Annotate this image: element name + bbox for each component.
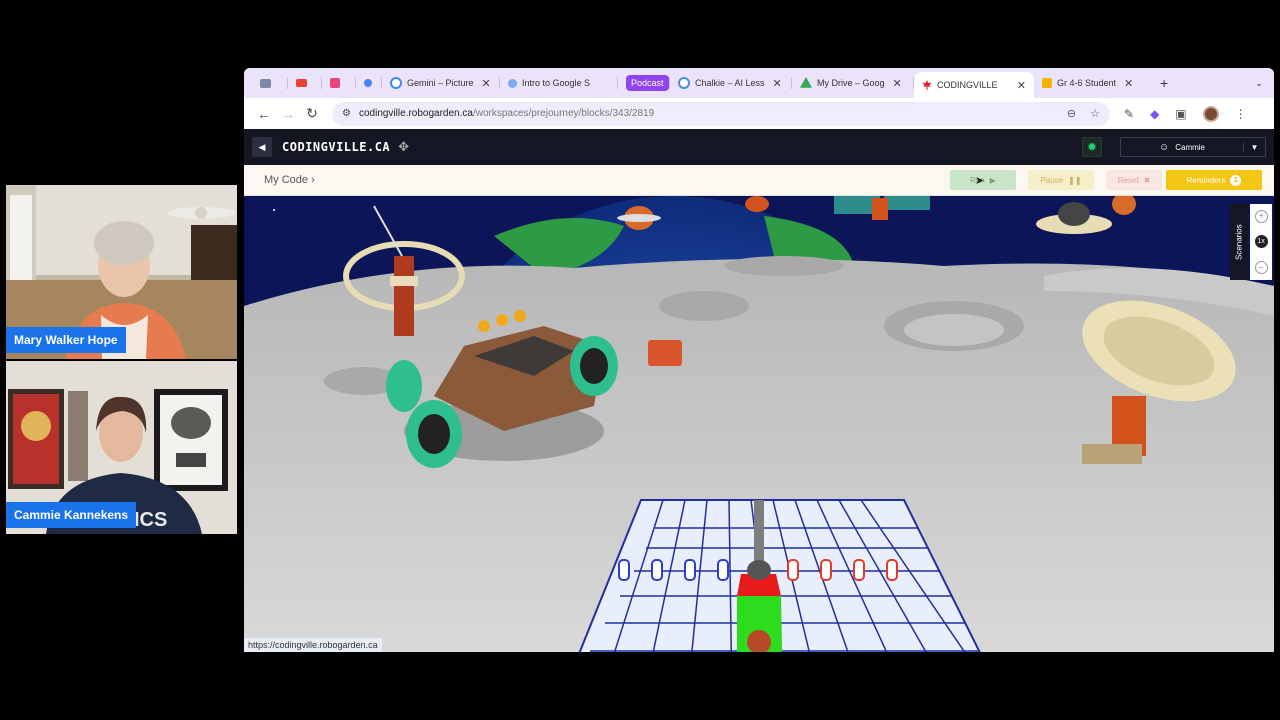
moon-scene xyxy=(244,196,1274,652)
url-host: codingville.robogarden.ca xyxy=(358,108,473,119)
caret-down-icon[interactable]: ▼ xyxy=(1243,142,1265,152)
participant-name-tag: Cammie Kannekens xyxy=(6,502,137,528)
pause-button[interactable]: Pause ❚❚ xyxy=(1028,170,1094,190)
gear-icon: ✹ xyxy=(1086,140,1098,154)
address-bar-row: ← → ↻ ⚙ codingville.robogarden.ca/worksp… xyxy=(244,98,1274,129)
site-back-button[interactable]: ◀ xyxy=(252,137,272,157)
bookmark-star-icon[interactable]: ☆ xyxy=(1090,107,1100,120)
avatar[interactable] xyxy=(1202,105,1219,122)
scenarios-panel: Scenarios + 1x – xyxy=(1230,204,1274,280)
app-icon xyxy=(330,78,340,88)
tab-search-button[interactable]: ⌄ xyxy=(1248,72,1270,94)
zoom-icon[interactable]: ⊖ xyxy=(1067,107,1076,120)
reload-icon[interactable]: ↻ xyxy=(300,105,324,122)
tab-podcast[interactable]: Podcast xyxy=(618,72,670,94)
site-info-icon[interactable]: ⚙ xyxy=(342,108,351,119)
tab-chalkie[interactable]: Chalkie – AI Less ✕ xyxy=(670,72,792,94)
caret-left-icon: ◀ xyxy=(258,141,266,152)
participant-tile-cammie: ICS Cammie Kannekens xyxy=(6,361,237,534)
tab-gmail[interactable] xyxy=(288,72,322,94)
close-tab-icon[interactable]: ✕ xyxy=(893,77,902,90)
chevron-right-icon: › xyxy=(311,174,315,186)
site-logo: CODINGVILLE.CA xyxy=(282,140,391,154)
user-menu[interactable]: ☺ Cammie ▼ xyxy=(1120,137,1266,157)
maple-leaf-logo-icon: ✥ xyxy=(398,139,410,154)
participant-name-tag: Mary Walker Hope xyxy=(6,327,126,353)
close-tab-icon[interactable]: ✕ xyxy=(1124,77,1133,90)
chalkie-icon xyxy=(678,77,690,89)
tab-strip: Gemini – Picture ✕ Intro to Google S Podc… xyxy=(244,68,1274,98)
tab-codingville[interactable]: CODINGVILLE ✕ xyxy=(914,72,1034,98)
zoom-controls: + 1x – xyxy=(1250,204,1272,280)
slides-icon xyxy=(1042,78,1052,88)
spark-icon xyxy=(508,78,517,88)
drive-icon xyxy=(800,77,812,88)
zoom-out-icon[interactable]: – xyxy=(1254,260,1268,274)
tab-intro-google[interactable]: Intro to Google S xyxy=(500,72,618,94)
workspace-toolbar: My Code › Run ▶ Pause ❚❚ Reset ✖ Reminders 1 xyxy=(244,165,1274,196)
reminders-count-badge: 1 xyxy=(1230,174,1242,186)
tab-app[interactable] xyxy=(322,72,356,94)
podcast-pill: Podcast xyxy=(626,75,669,91)
shirt-lettering: ICS xyxy=(134,509,167,531)
user-name: Cammie xyxy=(1175,142,1205,152)
tab-my-drive[interactable]: My Drive – Goog ✕ xyxy=(792,72,914,94)
gemini-icon xyxy=(390,77,402,89)
tab-gemini[interactable]: Gemini – Picture ✕ xyxy=(382,72,500,94)
breadcrumb[interactable]: My Code › xyxy=(264,174,315,186)
new-tab-button[interactable]: + xyxy=(1152,72,1176,94)
reminders-button[interactable]: Reminders 1 xyxy=(1166,170,1262,190)
red-toolbox xyxy=(648,340,682,366)
url-input[interactable]: ⚙ codingville.robogarden.ca/workspaces/p… xyxy=(332,101,1110,126)
close-tab-icon[interactable]: ✕ xyxy=(1017,79,1026,92)
grid-icon xyxy=(260,78,271,88)
participant-tile-mary: Mary Walker Hope xyxy=(6,185,237,359)
status-url-tooltip: https://codingville.robogarden.ca xyxy=(244,637,383,652)
pen-icon[interactable]: ✎ xyxy=(1124,107,1134,121)
screen: Mary Walker Hope ICS Cammie Kannekens Ge… xyxy=(0,0,1280,720)
tab-grid[interactable] xyxy=(252,72,288,94)
site-header: ◀ CODINGVILLE.CA ✥ ✹ ☺ Cammie ▼ xyxy=(244,129,1274,165)
back-arrow-icon[interactable]: ← xyxy=(252,106,276,122)
browser-window: Gemini – Picture ✕ Intro to Google S Podc… xyxy=(244,68,1274,652)
mouse-cursor-icon: ➤ xyxy=(975,175,985,187)
tab-dot[interactable] xyxy=(356,72,382,94)
tab-gr46-student[interactable]: Gr 4-6 Student ✕ xyxy=(1034,72,1152,94)
url-path: /workspaces/prejourney/blocks/343/2819 xyxy=(472,108,655,119)
scenarios-tab[interactable]: Scenarios xyxy=(1230,204,1248,280)
extension-purple-icon[interactable]: ◆ xyxy=(1150,107,1159,121)
zoom-level-indicator[interactable]: 1x xyxy=(1254,235,1268,249)
close-tab-icon[interactable]: ✕ xyxy=(773,77,782,90)
smiley-icon: ☺ xyxy=(1159,141,1170,153)
dot-icon xyxy=(364,79,372,87)
puzzle-extensions-icon[interactable]: ▣ xyxy=(1175,107,1186,121)
zoom-in-icon[interactable]: + xyxy=(1254,210,1268,224)
play-icon: ▶ xyxy=(989,175,996,185)
kebab-menu-icon[interactable]: ⋮ xyxy=(1235,107,1247,121)
game-scene[interactable]: Scenarios + 1x – https://codingville.rob… xyxy=(244,196,1274,652)
maple-leaf-icon xyxy=(922,80,932,90)
reset-button[interactable]: Reset ✖ xyxy=(1106,170,1162,190)
reset-icon: ✖ xyxy=(1143,175,1151,185)
forward-arrow-icon[interactable]: → xyxy=(276,106,300,122)
pause-icon: ❚❚ xyxy=(1068,175,1082,185)
settings-gear-button[interactable]: ✹ xyxy=(1082,137,1102,157)
close-tab-icon[interactable]: ✕ xyxy=(482,77,491,90)
chevron-down-icon: ⌄ xyxy=(1255,77,1263,88)
gmail-icon xyxy=(296,79,307,87)
